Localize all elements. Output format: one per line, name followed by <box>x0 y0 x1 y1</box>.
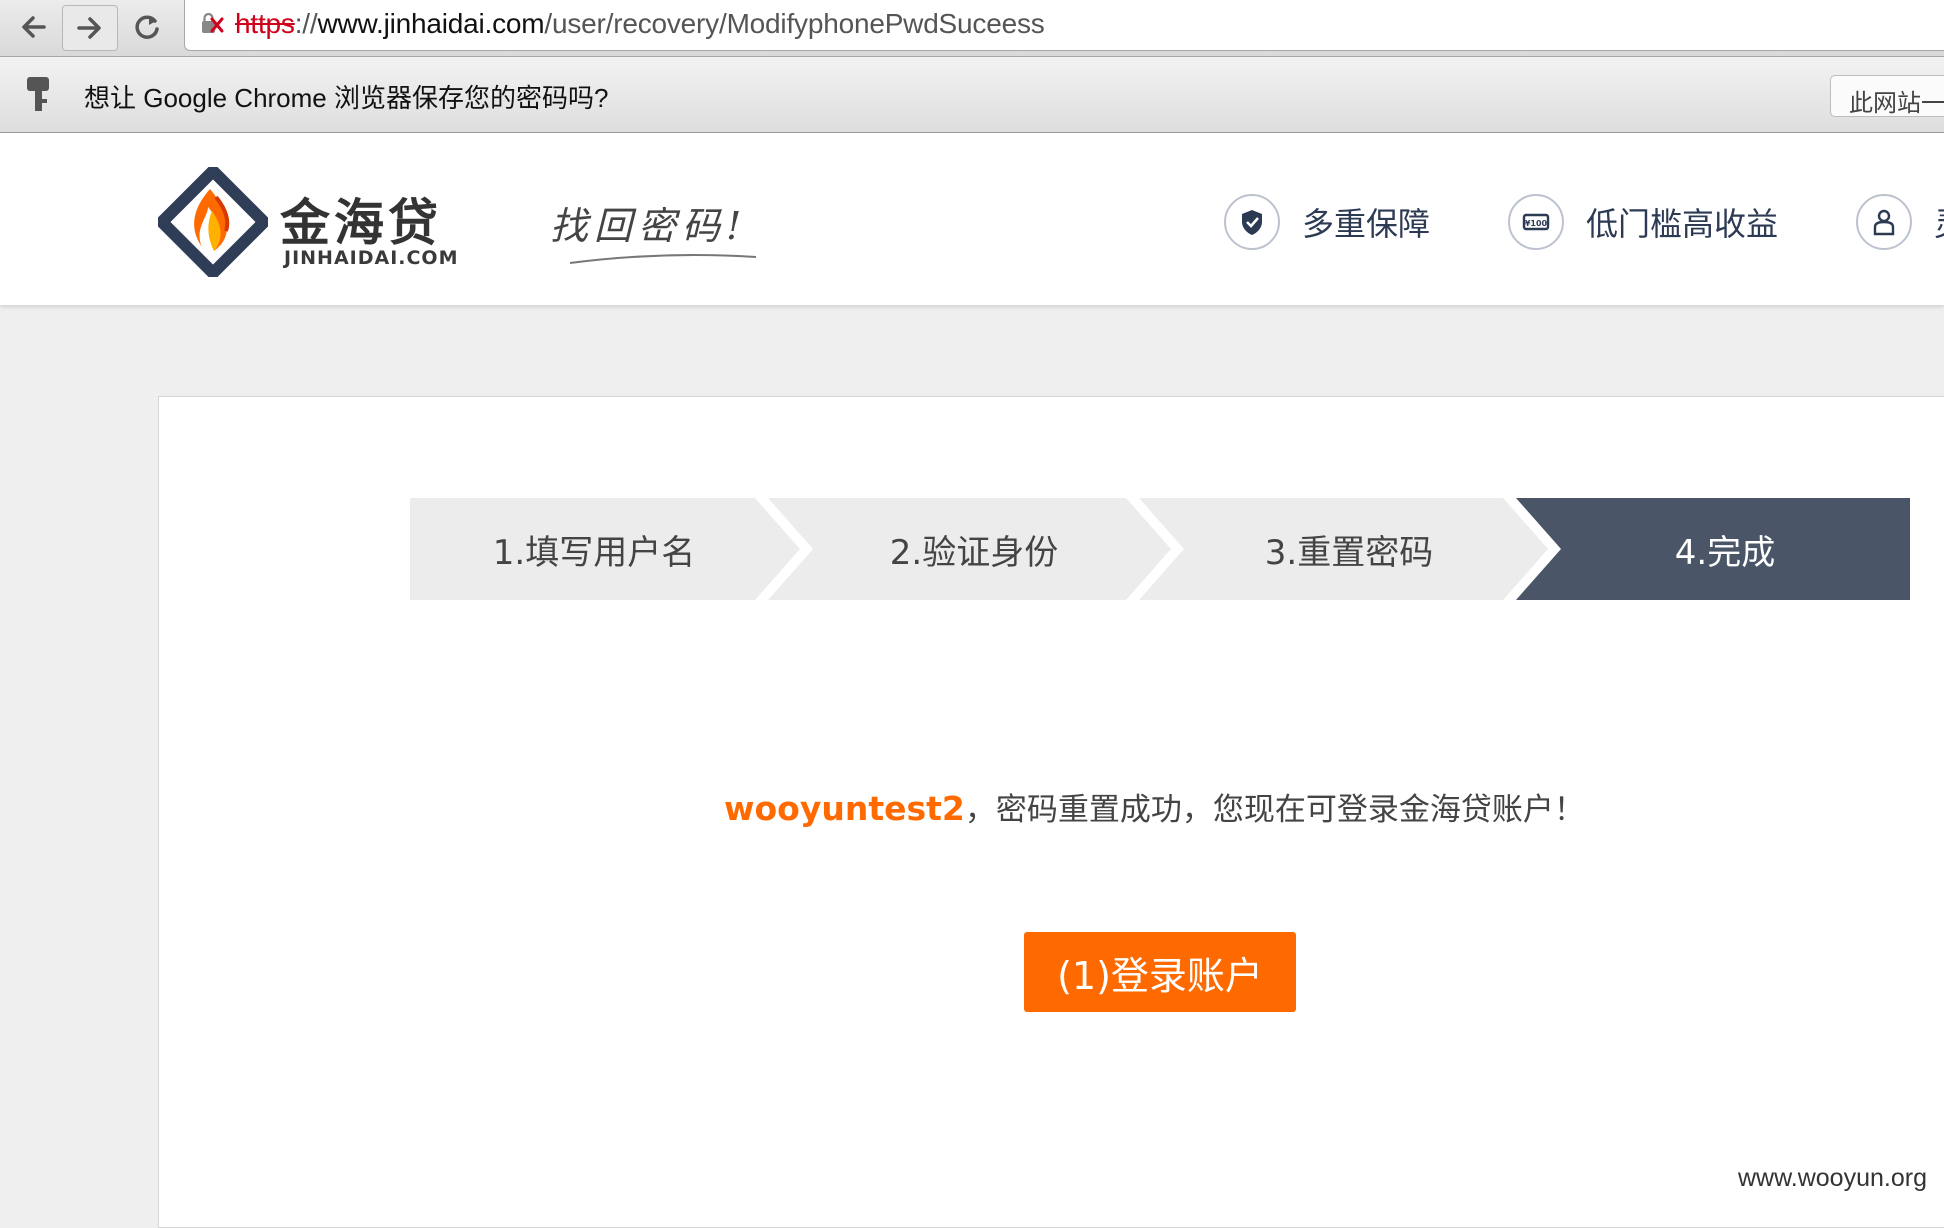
step-4-active: 4.完成 <box>1674 532 1776 573</box>
feature-security-label: 多重保障 <box>1302 205 1431 243</box>
success-message: wooyuntest2，密码重置成功，您现在可登录金海贷账户！ <box>724 784 1585 829</box>
slogan-underline <box>569 254 757 264</box>
login-account-button[interactable]: (1)登录账户 <box>1024 932 1296 1012</box>
url-separator: :// <box>294 8 318 39</box>
feature-flexible[interactable]: 灵 <box>1856 191 1944 253</box>
logo-english-name: JINHAIDAI.COM <box>284 247 459 269</box>
step-1: 1.填写用户名 <box>492 532 696 573</box>
infobar-message: 想让 Google Chrome 浏览器保存您的密码吗? <box>84 83 609 113</box>
save-password-infobar: 想让 Google Chrome 浏览器保存您的密码吗? 此网站一 <box>0 57 1944 133</box>
logo-chinese-name: 金海贷 <box>280 194 442 252</box>
broken-lock-icon <box>202 12 224 33</box>
url-scheme: https <box>235 8 295 39</box>
feature-flexible-label: 灵 <box>1934 199 1944 245</box>
logo-flame-icon[interactable] <box>158 167 268 277</box>
shield-icon <box>1224 194 1280 250</box>
never-for-this-site-button[interactable]: 此网站一 <box>1830 75 1944 117</box>
step-3: 3.重置密码 <box>1264 532 1434 573</box>
success-text: ，密码重置成功，您现在可登录金海贷账户！ <box>964 792 1585 828</box>
browser-toolbar: https://www.jinhaidai.com/user/recovery/… <box>0 0 1944 57</box>
progress-steps: 1.填写用户名 2.验证身份 3.重置密码 4.完成 <box>410 498 1910 600</box>
banknote-icon: ¥100 <box>1508 194 1564 250</box>
url-host: www.jinhaidai.com <box>317 8 545 39</box>
forward-arrow-icon <box>77 17 101 39</box>
feature-security[interactable]: 多重保障 <box>1224 191 1430 253</box>
back-button[interactable] <box>8 5 58 49</box>
site-header: 金海贷 JINHAIDAI.COM 找回密码! 多重保障 ¥100 低门槛高收益… <box>0 133 1944 305</box>
svg-text:¥100: ¥100 <box>1525 219 1548 228</box>
feature-low-threshold[interactable]: ¥100 低门槛高收益 <box>1508 191 1778 253</box>
reload-icon <box>135 15 159 39</box>
back-arrow-icon <box>22 16 46 38</box>
key-icon <box>27 77 49 111</box>
reload-button[interactable] <box>122 5 172 49</box>
username: wooyuntest2 <box>724 789 965 828</box>
watermark: www.wooyun.org <box>1738 1164 1927 1192</box>
user-icon <box>1856 194 1912 250</box>
step-2: 2.验证身份 <box>889 532 1059 573</box>
forward-button[interactable] <box>62 5 118 51</box>
feature-low-threshold-label: 低门槛高收益 <box>1586 205 1779 243</box>
page-slogan: 找回密码! <box>550 204 748 248</box>
address-bar[interactable]: https://www.jinhaidai.com/user/recovery/… <box>184 0 1944 51</box>
url-path: /user/recovery/ModifyphonePwdSuceess <box>544 8 1045 39</box>
url-text: https://www.jinhaidai.com/user/recovery/… <box>235 8 1045 40</box>
